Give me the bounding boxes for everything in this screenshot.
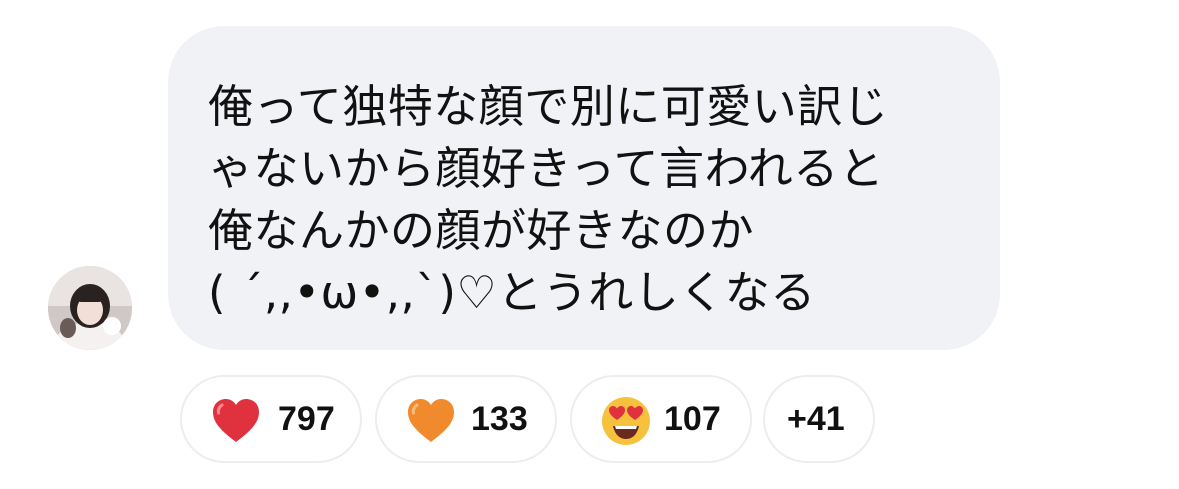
- message-line: ( ´,,•ω•,,`)♡とうれしくなる: [208, 266, 816, 319]
- avatar-photo: [48, 266, 132, 350]
- orange-heart-icon: [405, 395, 457, 447]
- message-bubble[interactable]: 俺って独特な顔で別に可愛い訳じ ゃないから顔好きって言われると 俺なんかの顔が好…: [168, 26, 1000, 350]
- reaction-count: 797: [278, 400, 335, 438]
- red-heart-icon: [210, 395, 262, 447]
- message-line: ゃないから顔好きって言われると: [208, 142, 885, 195]
- reaction-orange-heart-button[interactable]: 133: [375, 375, 557, 463]
- heart-eyes-face-icon: [600, 395, 652, 447]
- reaction-count: 133: [471, 400, 528, 438]
- more-reactions-button[interactable]: +41: [763, 375, 875, 463]
- reaction-count: 107: [664, 400, 721, 438]
- reaction-heart-eyes-button[interactable]: 107: [570, 375, 752, 463]
- more-reactions-label: +41: [787, 400, 845, 438]
- reaction-red-heart-button[interactable]: 797: [180, 375, 362, 463]
- message-line: 俺って独特な顔で別に可愛い訳じ: [208, 80, 889, 133]
- avatar[interactable]: [48, 266, 132, 350]
- message-line: 俺なんかの顔が好きなのか: [208, 204, 755, 257]
